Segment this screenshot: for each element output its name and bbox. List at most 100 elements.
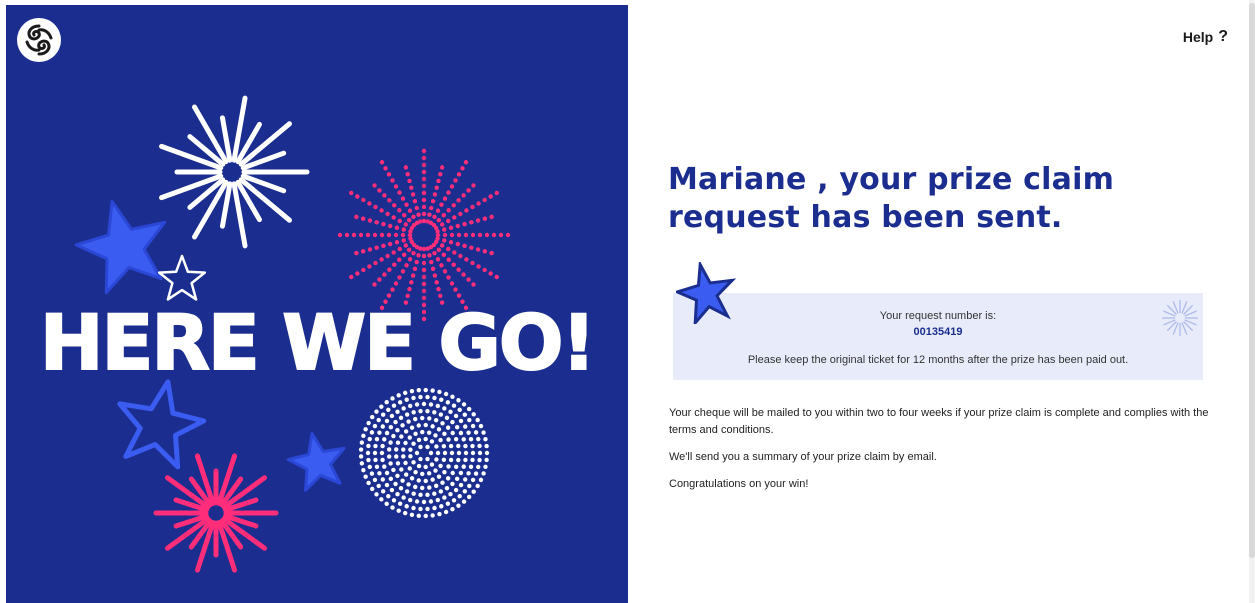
white-dot-ring bbox=[404, 504, 409, 509]
white-dot-ring bbox=[377, 430, 382, 435]
white-dot-ring bbox=[463, 477, 468, 482]
small-blue-star-icon bbox=[286, 432, 346, 492]
white-dot-ring bbox=[468, 436, 474, 442]
pink-burst-dot bbox=[400, 232, 406, 238]
pink-burst-dot bbox=[438, 171, 443, 177]
white-dot-ring bbox=[461, 499, 467, 504]
white-dot-ring bbox=[395, 492, 400, 497]
white-dot-ring bbox=[421, 499, 427, 505]
white-dot-ring bbox=[443, 391, 449, 397]
pink-burst-dot bbox=[393, 232, 399, 238]
pink-burst-dot bbox=[337, 232, 343, 238]
white-dot-ring bbox=[404, 412, 410, 417]
white-dot-ring bbox=[438, 412, 444, 417]
white-dot-ring bbox=[477, 457, 482, 463]
white-dot-ring bbox=[453, 436, 459, 442]
white-dot-ring bbox=[391, 433, 396, 439]
white-dot-ring bbox=[391, 498, 397, 503]
pink-burst-dot bbox=[494, 274, 499, 280]
white-dot-ring bbox=[430, 424, 435, 429]
help-link[interactable]: Help ? bbox=[1183, 28, 1228, 46]
request-number-label: Your request number is: bbox=[879, 310, 997, 322]
white-dot-ring bbox=[408, 454, 413, 459]
pink-burst-dot bbox=[482, 197, 487, 203]
pink-burst-dot bbox=[470, 232, 476, 238]
white-dot-ring bbox=[456, 398, 461, 403]
pink-burst-dot bbox=[421, 197, 427, 203]
white-dot-ring bbox=[457, 493, 462, 499]
pink-burst-dot bbox=[429, 259, 434, 265]
white-dot-ring bbox=[399, 434, 404, 439]
white-dot-ring bbox=[430, 477, 435, 482]
pink-burst-dot bbox=[367, 218, 373, 223]
pink-burst-dot bbox=[435, 257, 441, 262]
pink-burst-dot bbox=[381, 243, 386, 249]
white-dot-ring bbox=[384, 482, 390, 488]
white-dot-ring bbox=[406, 419, 411, 424]
white-dot-ring bbox=[380, 457, 385, 463]
scrollbar[interactable] bbox=[1249, 0, 1255, 603]
white-dot-ring bbox=[361, 433, 366, 439]
pink-burst-dot bbox=[475, 247, 481, 252]
white-dot-ring bbox=[470, 423, 476, 429]
white-dot-ring bbox=[458, 470, 464, 476]
white-dot-ring bbox=[478, 477, 484, 483]
outline-star-icon bbox=[157, 254, 207, 301]
pink-burst-dot bbox=[367, 201, 372, 206]
white-dot-ring bbox=[366, 457, 371, 463]
swirl-logo-icon[interactable] bbox=[17, 18, 61, 62]
white-dot-ring bbox=[484, 457, 489, 463]
pink-burst-dot bbox=[367, 247, 373, 252]
pink-burst-dot bbox=[449, 281, 455, 286]
white-dot-ring bbox=[466, 494, 472, 500]
pink-burst-dot bbox=[349, 190, 354, 196]
pink-burst-dot bbox=[434, 280, 439, 285]
white-dot-ring bbox=[466, 406, 472, 412]
white-dot-ring bbox=[416, 463, 422, 469]
white-dot-ring bbox=[418, 408, 423, 414]
pink-burst-dot bbox=[373, 260, 378, 266]
white-dot-ring bbox=[420, 415, 425, 421]
white-dot-ring bbox=[448, 443, 454, 449]
white-dot-ring bbox=[418, 492, 423, 498]
pink-burst-dot bbox=[351, 232, 357, 238]
hero-title: HERE WE GO! bbox=[39, 298, 597, 387]
white-dot-ring bbox=[401, 447, 406, 452]
white-dot-ring bbox=[363, 427, 368, 432]
page-title: Mariane , your prize claim request has b… bbox=[668, 162, 1115, 235]
pink-burst-dot bbox=[358, 232, 364, 238]
white-dot-ring bbox=[423, 436, 428, 442]
white-dot-ring bbox=[395, 461, 401, 466]
white-dot-ring bbox=[408, 447, 413, 452]
white-dot-ring bbox=[403, 472, 409, 477]
pink-burst-dot bbox=[471, 282, 476, 287]
pink-burst-dot bbox=[379, 160, 385, 165]
white-dot-ring bbox=[414, 402, 420, 407]
pink-burst-dot bbox=[361, 197, 366, 203]
white-dot-ring bbox=[393, 419, 398, 425]
pink-burst-dot bbox=[421, 176, 427, 182]
white-dot-ring bbox=[426, 471, 432, 476]
white-dot-ring bbox=[380, 489, 386, 494]
pink-burst-dot bbox=[436, 178, 441, 184]
white-dot-ring bbox=[382, 437, 387, 442]
white-dot-ring bbox=[456, 443, 461, 449]
pink-burst-dot bbox=[434, 185, 439, 190]
white-dot-ring bbox=[481, 471, 486, 476]
pink-burst-dot bbox=[387, 223, 393, 229]
pink-burst-dot bbox=[456, 232, 462, 238]
pink-burst-dot bbox=[379, 257, 384, 262]
pink-burst-dot bbox=[410, 273, 416, 278]
pink-burst-dot bbox=[421, 260, 427, 266]
white-dot-ring bbox=[440, 480, 445, 485]
white-dot-ring bbox=[468, 464, 474, 470]
white-dot-ring bbox=[478, 423, 484, 429]
white-dot-ring bbox=[376, 483, 381, 489]
white-dot-ring bbox=[397, 400, 403, 405]
pink-burst-dot bbox=[466, 188, 471, 193]
white-dot-ring bbox=[366, 443, 371, 449]
white-dot-ring bbox=[430, 513, 435, 518]
white-dot-ring bbox=[391, 403, 397, 408]
scrollbar-thumb[interactable] bbox=[1249, 3, 1255, 558]
pink-burst-dot bbox=[360, 216, 366, 221]
